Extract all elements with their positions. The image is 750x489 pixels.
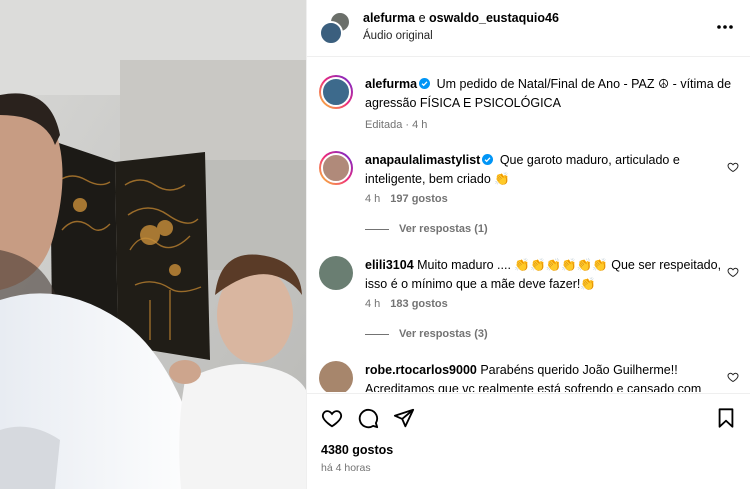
verified-badge-icon (482, 154, 494, 165)
comment-likes[interactable]: 197 gostos (390, 193, 447, 205)
avatar[interactable] (319, 361, 353, 392)
post-header: alefurma e oswaldo_eustaquio46 Áudio ori… (307, 0, 750, 57)
heart-icon[interactable] (727, 371, 739, 383)
comment-time[interactable]: 4 h (365, 193, 380, 205)
comment-item: elili3104 Muito maduro .... 👏👏👏👏👏👏 Que s… (319, 256, 739, 346)
view-replies-button[interactable]: Ver respostas (1) (365, 223, 488, 235)
username-link[interactable]: robe.rtocarlos9000 (365, 363, 477, 377)
post-authors: alefurma e oswaldo_eustaquio46 (363, 11, 559, 25)
audio-link[interactable]: Áudio original (363, 30, 433, 42)
author-link[interactable]: alefurma (363, 11, 415, 25)
comment-text-block: robe.rtocarlos9000 Parabéns querido João… (365, 361, 725, 392)
comment-item: anapaulalimastylist Que garoto maduro, a… (319, 151, 739, 241)
post-photo (0, 0, 306, 489)
post-timestamp[interactable]: há 4 horas (321, 462, 371, 474)
comment-icon[interactable] (357, 407, 379, 429)
comment-time[interactable]: 4 h (365, 298, 380, 310)
more-options-icon[interactable] (715, 18, 735, 36)
caption-text-block: alefurma Um pedido de Natal/Final de Ano… (365, 75, 739, 113)
instagram-post-view: alefurma e oswaldo_eustaquio46 Áudio ori… (0, 0, 750, 489)
post-caption: alefurma Um pedido de Natal/Final de Ano… (319, 75, 739, 151)
avatar[interactable] (319, 151, 353, 185)
comments-list[interactable]: alefurma Um pedido de Natal/Final de Ano… (307, 58, 750, 392)
replies-divider (365, 333, 389, 335)
heart-icon[interactable] (727, 266, 739, 278)
share-icon[interactable] (393, 407, 415, 429)
avatar[interactable] (319, 75, 353, 109)
avatar[interactable] (319, 21, 343, 45)
username-link[interactable]: anapaulalimastylist (365, 153, 480, 167)
username-link[interactable]: elili3104 (365, 258, 414, 272)
comment-meta: 4 h 197 gostos (365, 193, 458, 205)
heart-icon[interactable] (727, 161, 739, 173)
post-actions: 4380 gostos há 4 horas (307, 393, 750, 489)
comment-likes[interactable]: 183 gostos (390, 298, 447, 310)
author-link[interactable]: oswaldo_eustaquio46 (429, 11, 559, 25)
collab-avatars[interactable] (319, 11, 353, 45)
avatar[interactable] (319, 256, 353, 290)
view-replies-label: Ver respostas (1) (399, 223, 488, 235)
author-joiner: e (415, 11, 430, 25)
comment-meta: 4 h 183 gostos (365, 298, 458, 310)
replies-divider (365, 228, 389, 230)
caption-meta: Editada · 4 h (365, 119, 428, 131)
comment-text-block: anapaulalimastylist Que garoto maduro, a… (365, 151, 725, 189)
caption-time[interactable]: 4 h (412, 119, 427, 131)
post-media[interactable] (0, 0, 306, 489)
bookmark-icon[interactable] (715, 407, 737, 429)
view-replies-button[interactable]: Ver respostas (3) (365, 328, 488, 340)
post-side-panel: alefurma e oswaldo_eustaquio46 Áudio ori… (306, 0, 750, 489)
verified-badge-icon (419, 78, 431, 89)
post-likes-count[interactable]: 4380 gostos (321, 443, 393, 457)
heart-icon[interactable] (321, 407, 343, 429)
username-link[interactable]: alefurma (365, 77, 417, 91)
edited-label: Editada (365, 119, 403, 131)
comment-text-block: elili3104 Muito maduro .... 👏👏👏👏👏👏 Que s… (365, 256, 725, 294)
comment-text: Muito maduro .... 👏👏👏👏👏👏 Que ser respeit… (365, 258, 722, 291)
view-replies-label: Ver respostas (3) (399, 328, 488, 340)
comment-item: robe.rtocarlos9000 Parabéns querido João… (319, 361, 739, 392)
